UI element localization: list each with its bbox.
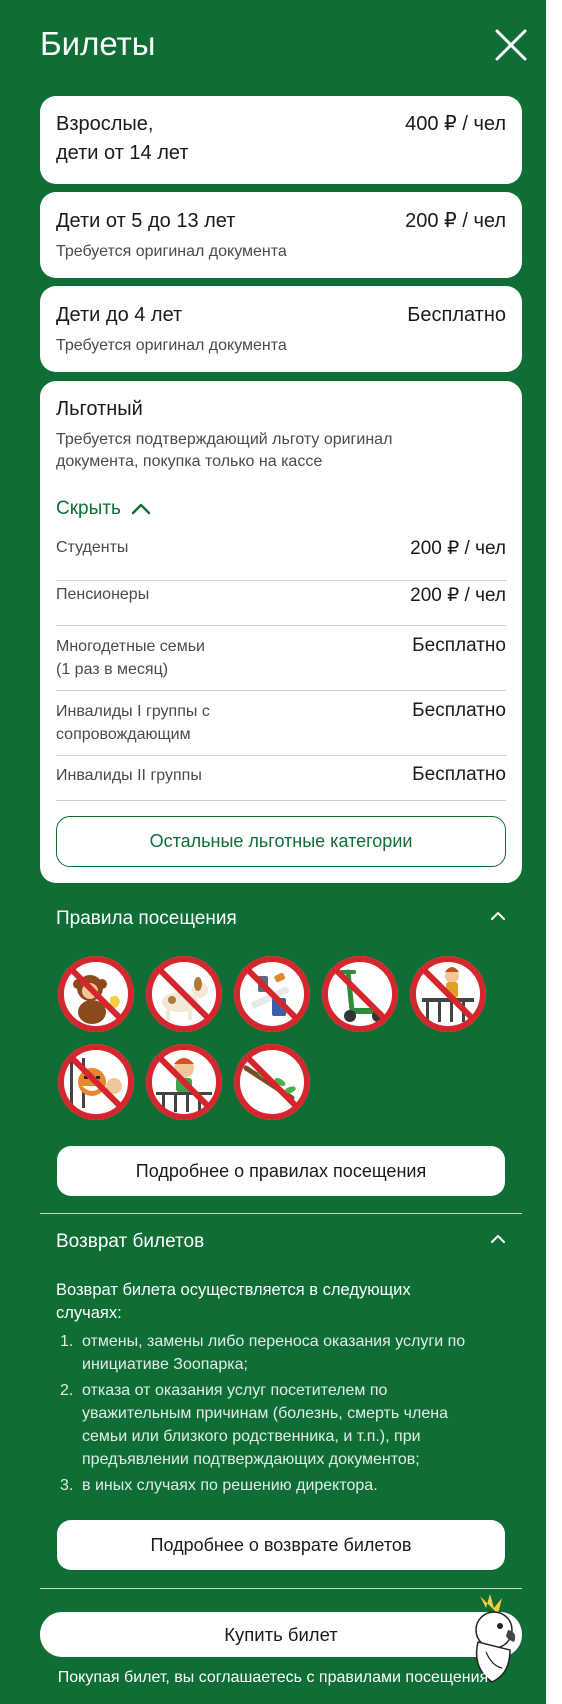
hide-toggle-label: Скрыть — [56, 498, 121, 519]
page-title: Билеты — [40, 25, 156, 62]
refund-details-button[interactable]: Подробнее о возврате билетов — [57, 1520, 505, 1570]
discount-row-price: Бесплатно — [412, 700, 506, 721]
discount-note: Требуется подтверждающий льготу оригинал… — [56, 431, 393, 470]
refund-item-text: отмены, замены либо переноса оказания ус… — [82, 1333, 466, 1373]
refund-intro: Возврат билета осуществляется в следующи… — [56, 1281, 411, 1322]
close-icon — [495, 29, 527, 61]
discount-row: Инвалиды I группы с сопровождающим Беспл… — [56, 691, 506, 756]
no-pets-icon — [146, 956, 222, 1032]
discount-row-price: 200 ₽ / чел — [410, 538, 506, 559]
discount-row-price: Бесплатно — [412, 635, 506, 656]
refund-item-number: 2. — [60, 1382, 74, 1399]
ticket-card-discount: Льготный Требуется подтверждающий льготу… — [40, 381, 522, 883]
refund-item-text: в иных случаях по решению директора. — [82, 1477, 378, 1494]
section-divider — [40, 1588, 522, 1589]
no-climbing-fence-icon — [410, 956, 486, 1032]
refund-item-text: отказа от оказания услуг посетителем по … — [82, 1382, 448, 1468]
discount-row-label: Многодетные семьи (1 раз в месяц) — [56, 638, 205, 678]
chevron-up-icon — [131, 503, 151, 515]
hide-toggle[interactable]: Скрыть — [56, 495, 151, 523]
chevron-up-icon — [491, 1235, 505, 1243]
rules-section-title: Правила посещения — [56, 908, 237, 929]
discount-row-price: Бесплатно — [412, 764, 506, 785]
no-smoking-icon — [234, 956, 310, 1032]
ticket-card-children-5-13: Дети от 5 до 13 лет 200 ₽ / чел Требуетс… — [40, 192, 522, 278]
other-discount-categories-button[interactable]: Остальные льготные категории — [56, 816, 506, 867]
rules-details-button[interactable]: Подробнее о правилах посещения — [57, 1146, 505, 1196]
discount-row: Многодетные семьи (1 раз в месяц) Беспла… — [56, 626, 506, 691]
no-teasing-animals-icon — [58, 1044, 134, 1120]
ticket-name: Дети до 4 лет — [56, 304, 183, 326]
discount-row-label: Пенсионеры — [56, 586, 150, 603]
agreement-text: Покупая билет, вы соглашаетесь с правила… — [57, 1669, 489, 1686]
ticket-price: 200 ₽ / чел — [405, 210, 506, 232]
discount-row-label: Инвалиды II группы — [56, 767, 202, 784]
scrollbar-track[interactable] — [546, 0, 562, 1704]
discount-row: Инвалиды II группы Бесплатно — [56, 756, 506, 801]
ticket-card-children-under-4: Дети до 4 лет Бесплатно Требуется оригин… — [40, 286, 522, 372]
ticket-card-adults: Взрослые, дети от 14 лет 400 ₽ / чел — [40, 96, 522, 184]
section-divider — [40, 1213, 522, 1214]
ticket-price: Бесплатно — [407, 304, 506, 326]
refund-section-header[interactable]: Возврат билетов — [56, 1228, 506, 1256]
ticket-price: 400 ₽ / чел — [405, 113, 506, 135]
discount-title: Льготный — [56, 398, 143, 420]
no-breaking-branches-icon — [234, 1044, 310, 1120]
tickets-panel: Билеты Взрослые, дети от 14 лет 400 ₽ / … — [0, 0, 546, 1704]
discount-row-label: Студенты — [56, 539, 129, 556]
ticket-name: Взрослые, дети от 14 лет — [56, 113, 189, 164]
refund-section-title: Возврат билетов — [56, 1231, 205, 1252]
no-kids-on-fence-icon — [146, 1044, 222, 1120]
no-feeding-monkeys-icon — [58, 956, 134, 1032]
ticket-note: Требуется оригинал документа — [56, 243, 287, 260]
close-button[interactable] — [494, 28, 528, 62]
discount-row: Пенсионеры 200 ₽ / чел — [56, 581, 506, 626]
buy-ticket-button[interactable]: Купить билет — [40, 1612, 522, 1657]
no-scooters-icon — [322, 956, 398, 1032]
ticket-note: Требуется оригинал документа — [56, 337, 287, 354]
discount-row: Студенты 200 ₽ / чел — [56, 536, 506, 581]
rules-section-header[interactable]: Правила посещения — [56, 905, 506, 933]
refund-item-number: 3. — [60, 1477, 74, 1494]
discount-row-price: 200 ₽ / чел — [410, 585, 506, 606]
discount-row-label: Инвалиды I группы с сопровождающим — [56, 703, 210, 743]
chevron-up-icon — [491, 912, 505, 920]
ticket-name: Дети от 5 до 13 лет — [56, 210, 236, 232]
refund-item-number: 1. — [60, 1333, 74, 1350]
